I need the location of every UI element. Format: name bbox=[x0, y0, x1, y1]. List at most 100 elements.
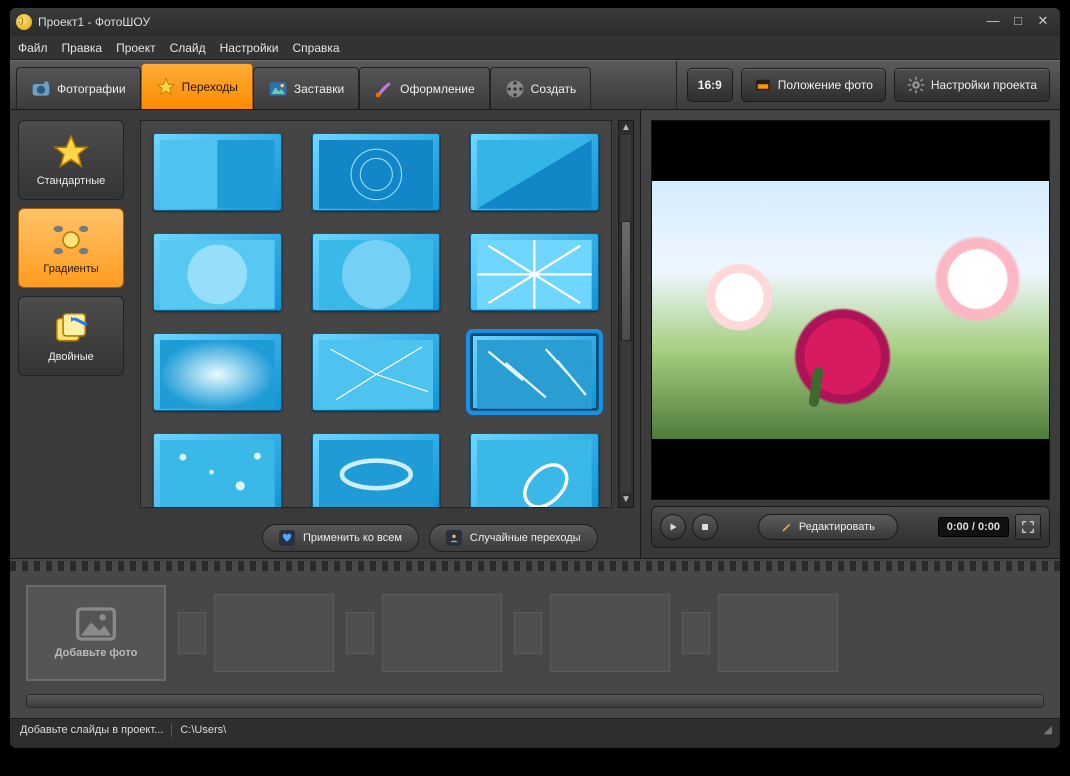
transition-thumb[interactable] bbox=[153, 333, 282, 411]
transition-preview-icon bbox=[319, 340, 434, 409]
transitions-gallery bbox=[140, 120, 612, 508]
transition-thumb[interactable] bbox=[312, 233, 441, 311]
stop-button[interactable] bbox=[692, 514, 718, 540]
app-window: Проект1 - ФотоШОУ ― □ ✕ Файл Правка Прое… bbox=[10, 8, 1060, 748]
menubar: Файл Правка Проект Слайд Настройки Справ… bbox=[10, 36, 1060, 60]
transition-slot[interactable] bbox=[682, 612, 710, 654]
edit-label: Редактировать bbox=[799, 521, 875, 533]
resize-grip[interactable]: ◢ bbox=[1044, 723, 1050, 736]
gear-icon bbox=[907, 76, 925, 94]
notes-icon bbox=[52, 309, 90, 347]
slide-slot[interactable] bbox=[214, 594, 334, 672]
menu-settings[interactable]: Настройки bbox=[220, 41, 279, 55]
tab-transitions-label: Переходы bbox=[182, 80, 238, 94]
transition-thumb[interactable] bbox=[312, 333, 441, 411]
scroll-handle[interactable] bbox=[621, 221, 631, 341]
heart-icon bbox=[279, 530, 295, 546]
category-double-label: Двойные bbox=[48, 351, 94, 363]
transition-preview-icon bbox=[319, 240, 434, 309]
transition-thumb[interactable] bbox=[312, 433, 441, 508]
status-path: C:\Users\ bbox=[180, 724, 226, 736]
tab-decor-label: Оформление bbox=[400, 82, 474, 96]
transition-thumb[interactable] bbox=[312, 133, 441, 211]
workspace: Стандартные Градиенты Двойные ▲ ▼ bbox=[10, 110, 1060, 558]
maximize-button[interactable]: □ bbox=[1007, 14, 1029, 30]
menu-project[interactable]: Проект bbox=[116, 41, 156, 55]
camera-icon bbox=[31, 79, 51, 99]
slide-slot[interactable] bbox=[550, 594, 670, 672]
tab-create-label: Создать bbox=[531, 82, 577, 96]
star-icon bbox=[52, 133, 90, 171]
gallery-panel: ▲ ▼ Применить ко всем Случайные переходы bbox=[132, 110, 640, 558]
transition-slot[interactable] bbox=[178, 612, 206, 654]
aspect-ratio-label: 16:9 bbox=[698, 78, 722, 92]
gallery-scrollbar[interactable]: ▲ ▼ bbox=[618, 120, 634, 508]
timeline-slot-pair bbox=[178, 594, 334, 672]
timeline-slot-pair bbox=[346, 594, 502, 672]
pencil-icon bbox=[781, 521, 793, 533]
transition-thumb[interactable] bbox=[470, 233, 599, 311]
person-icon bbox=[446, 530, 462, 546]
transition-preview-icon bbox=[319, 440, 434, 508]
play-button[interactable] bbox=[660, 514, 686, 540]
transition-preview-icon bbox=[477, 140, 592, 209]
scroll-up-arrow[interactable]: ▲ bbox=[619, 121, 633, 135]
category-double[interactable]: Двойные bbox=[18, 296, 124, 376]
category-gradients[interactable]: Градиенты bbox=[18, 208, 124, 288]
scroll-down-arrow[interactable]: ▼ bbox=[619, 493, 633, 507]
titlebar: Проект1 - ФотоШОУ ― □ ✕ bbox=[10, 8, 1060, 36]
tab-photos[interactable]: Фотографии bbox=[16, 67, 141, 109]
preview-controls: Редактировать 0:00 / 0:00 bbox=[651, 506, 1050, 548]
transition-slot[interactable] bbox=[346, 612, 374, 654]
add-photo-slot[interactable]: Добавьте фото bbox=[26, 585, 166, 681]
edit-button[interactable]: Редактировать bbox=[758, 514, 898, 540]
transition-thumb[interactable] bbox=[470, 333, 599, 411]
menu-slide[interactable]: Слайд bbox=[170, 41, 206, 55]
tab-titles[interactable]: Заставки bbox=[253, 67, 359, 109]
aspect-ratio-button[interactable]: 16:9 bbox=[687, 68, 733, 102]
app-icon bbox=[16, 14, 32, 30]
slide-slot[interactable] bbox=[382, 594, 502, 672]
category-standard[interactable]: Стандартные bbox=[18, 120, 124, 200]
preview-image bbox=[652, 181, 1049, 438]
transition-preview-icon bbox=[477, 440, 592, 508]
random-transitions-button[interactable]: Случайные переходы bbox=[429, 524, 598, 552]
tab-transitions[interactable]: Переходы bbox=[141, 63, 253, 109]
tab-titles-label: Заставки bbox=[294, 82, 344, 96]
transition-preview-icon bbox=[319, 140, 434, 209]
random-transitions-label: Случайные переходы bbox=[470, 532, 581, 544]
transition-preview-icon bbox=[160, 340, 275, 409]
transition-thumb[interactable] bbox=[470, 433, 599, 508]
apply-all-button[interactable]: Применить ко всем bbox=[262, 524, 419, 552]
fullscreen-button[interactable] bbox=[1015, 514, 1041, 540]
filmstrip-decoration bbox=[10, 561, 1060, 571]
tab-create[interactable]: Создать bbox=[490, 67, 592, 109]
category-standard-label: Стандартные bbox=[37, 175, 106, 187]
toolbar: Фотографии Переходы Заставки Оформление … bbox=[10, 60, 1060, 110]
menu-edit[interactable]: Правка bbox=[62, 41, 103, 55]
timeline: Добавьте фото bbox=[10, 558, 1060, 718]
tab-decor[interactable]: Оформление bbox=[359, 67, 489, 109]
transition-thumb[interactable] bbox=[153, 433, 282, 508]
timeline-slot-pair bbox=[682, 594, 838, 672]
transition-slot[interactable] bbox=[514, 612, 542, 654]
project-settings-button[interactable]: Настройки проекта bbox=[894, 68, 1050, 102]
transition-preview-icon bbox=[160, 140, 275, 209]
transition-preview-icon bbox=[477, 240, 592, 309]
transition-thumb[interactable] bbox=[470, 133, 599, 211]
close-button[interactable]: ✕ bbox=[1032, 14, 1054, 30]
project-settings-label: Настройки проекта bbox=[931, 78, 1037, 92]
menu-file[interactable]: Файл bbox=[18, 41, 48, 55]
transition-thumb[interactable] bbox=[153, 233, 282, 311]
photo-position-button[interactable]: Положение фото bbox=[741, 68, 886, 102]
spotlights-icon bbox=[52, 221, 90, 259]
menu-help[interactable]: Справка bbox=[292, 41, 339, 55]
window-title: Проект1 - ФотоШОУ bbox=[38, 15, 150, 29]
transition-thumb[interactable] bbox=[153, 133, 282, 211]
slide-slot[interactable] bbox=[718, 594, 838, 672]
category-sidebar: Стандартные Градиенты Двойные bbox=[10, 110, 132, 558]
timeline-scrollbar[interactable] bbox=[26, 694, 1044, 708]
picture-icon bbox=[268, 79, 288, 99]
minimize-button[interactable]: ― bbox=[982, 14, 1004, 30]
transition-preview-icon bbox=[160, 240, 275, 309]
